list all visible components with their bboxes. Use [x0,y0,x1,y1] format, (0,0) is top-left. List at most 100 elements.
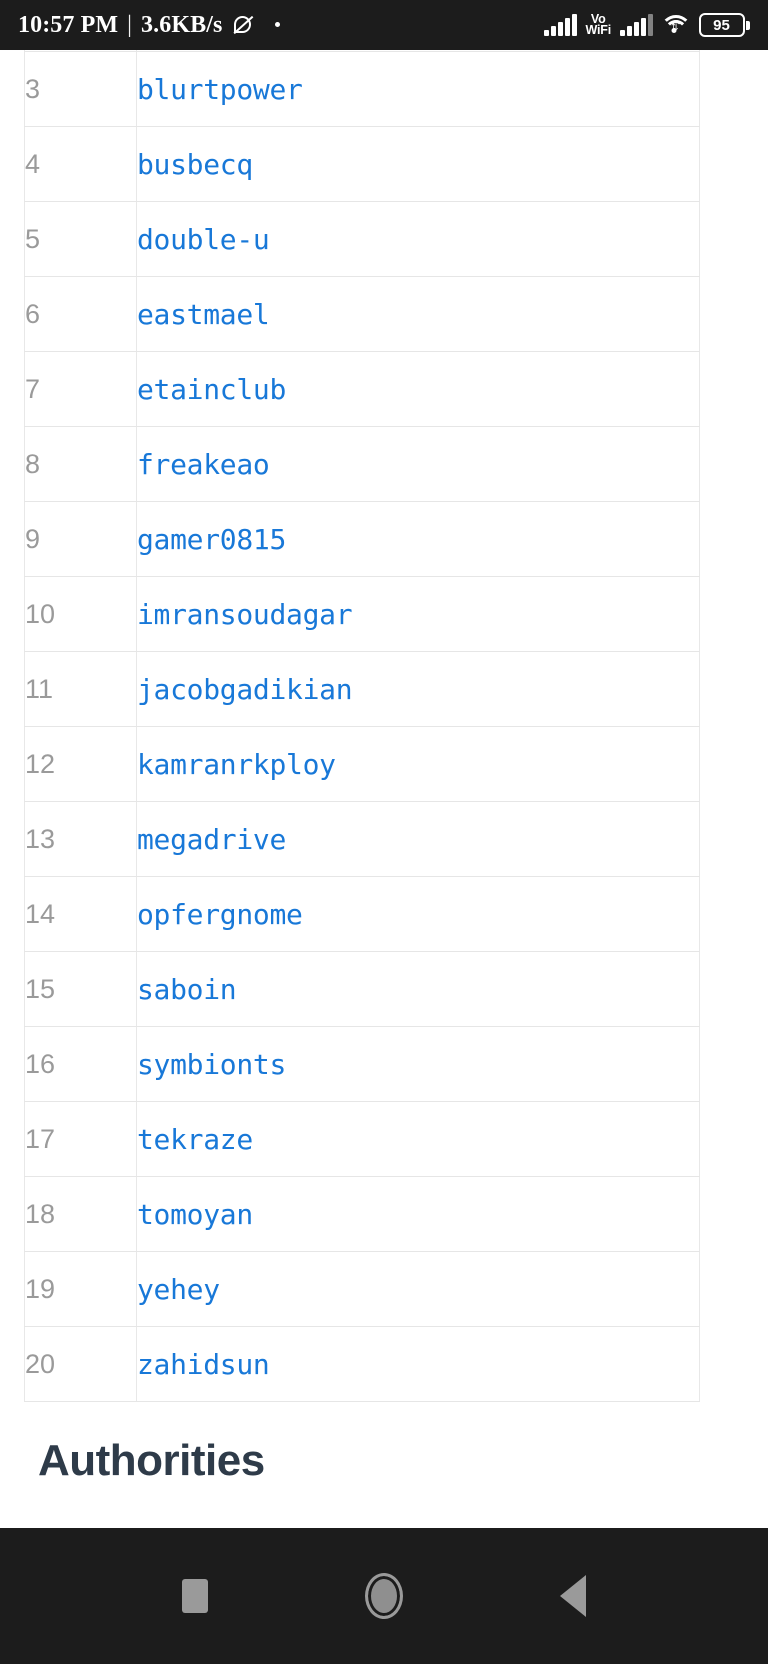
home-button[interactable] [339,1551,429,1641]
table-row[interactable]: 11 jacobgadikian [24,651,700,727]
table-row[interactable]: 13 megadrive [24,801,700,877]
volte-line-2: WiFi [585,23,612,37]
ranking-table-body: 3 blurtpower 4 busbecq 5 double-u 6 eastmael 7 et… [24,50,700,1402]
name-cell: yehey [136,1251,700,1327]
account-link[interactable]: megadrive [137,823,286,856]
account-link[interactable]: eastmael [137,298,270,331]
status-clock: 10:57 PM [18,11,119,38]
table-row[interactable]: 5 double-u [24,201,700,277]
name-cell: symbionts [136,1026,700,1102]
account-link[interactable]: symbionts [137,1048,286,1081]
account-link[interactable]: zahidsun [137,1348,270,1381]
account-link[interactable]: gamer0815 [137,523,286,556]
account-link[interactable]: busbecq [137,148,253,181]
name-cell: opfergnome [136,876,700,952]
status-bar-right: Vo WiFi ⇅ 95 [544,12,750,37]
rank-cell: 18 [24,1176,137,1252]
name-cell: gamer0815 [136,501,700,577]
rank-cell: 16 [24,1026,137,1102]
table-row[interactable]: 20 zahidsun [24,1326,700,1402]
battery-percent-text: 95 [698,13,745,37]
table-row[interactable]: 9 gamer0815 [24,501,700,577]
wifi-icon: ⇅ [659,14,692,36]
android-navigation-bar [0,1528,768,1664]
name-cell: eastmael [136,276,700,352]
rank-cell: 9 [24,501,137,577]
table-row[interactable]: 17 tekraze [24,1101,700,1177]
name-cell: etainclub [136,351,700,427]
volte-wifi-icon: Vo WiFi [585,12,612,37]
table-row[interactable]: 19 yehey [24,1251,700,1327]
battery-cap [746,20,750,30]
rank-cell: 14 [24,876,137,952]
table-row[interactable]: 12 kamranrkploy [24,726,700,802]
rank-cell: 19 [24,1251,137,1327]
network-speed-text: 3.6KB/s [141,11,223,38]
rank-cell: 11 [24,651,137,727]
table-row[interactable]: 18 tomoyan [24,1176,700,1252]
account-link[interactable]: blurtpower [137,73,303,106]
name-cell: kamranrkploy [136,726,700,802]
account-link[interactable]: opfergnome [137,898,303,931]
name-cell: freakeao [136,426,700,502]
battery-icon: 95 [698,13,750,37]
table-row[interactable]: 15 saboin [24,951,700,1027]
account-link[interactable]: tekraze [137,1123,253,1156]
account-link[interactable]: etainclub [137,373,286,406]
account-link[interactable]: double-u [137,223,270,256]
account-link[interactable]: tomoyan [137,1198,253,1231]
account-link[interactable]: saboin [137,973,237,1006]
rank-cell: 8 [24,426,137,502]
back-triangle-icon [560,1575,587,1617]
table-row[interactable]: 7 etainclub [24,351,700,427]
name-cell: blurtpower [136,51,700,127]
table-row[interactable]: 14 opfergnome [24,876,700,952]
home-circle-icon [364,1573,403,1619]
recents-square-icon [181,1579,208,1613]
cellular-signal-icon-2 [620,14,653,36]
rank-cell: 12 [24,726,137,802]
rank-cell: 20 [24,1326,137,1402]
scroll-container[interactable]: 3 blurtpower 4 busbecq 5 double-u 6 eastmael 7 et… [0,50,768,1486]
name-cell: saboin [136,951,700,1027]
rank-cell: 13 [24,801,137,877]
notification-dot-icon [275,21,281,27]
table-row[interactable]: 16 symbionts [24,1026,700,1102]
name-cell: tekraze [136,1101,700,1177]
cellular-signal-icon-1 [544,14,577,36]
table-row[interactable]: 8 freakeao [24,426,700,502]
status-bar-left: 10:57 PM | 3.6KB/s [18,11,281,39]
recents-button[interactable] [150,1551,240,1641]
name-cell: imransoudagar [136,576,700,652]
page-content[interactable]: 3 blurtpower 4 busbecq 5 double-u 6 eastmael 7 et… [0,50,768,1528]
status-bar: 10:57 PM | 3.6KB/s Vo WiFi ⇅ 95 [0,0,768,50]
table-row[interactable]: 10 imransoudagar [24,576,700,652]
table-row[interactable]: 6 eastmael [24,276,700,352]
rank-cell: 5 [24,201,137,277]
ranking-table: 3 blurtpower 4 busbecq 5 double-u 6 eastmael 7 et… [24,50,700,1402]
back-button[interactable] [528,1551,618,1641]
name-cell: megadrive [136,801,700,877]
account-link[interactable]: jacobgadikian [137,673,353,706]
status-separator: | [127,11,133,38]
name-cell: busbecq [136,126,700,202]
table-row[interactable]: 4 busbecq [24,126,700,202]
do-not-disturb-icon [232,14,254,36]
account-link[interactable]: kamranrkploy [137,748,336,781]
name-cell: double-u [136,201,700,277]
rank-cell: 4 [24,126,137,202]
rank-cell: 6 [24,276,137,352]
rank-cell: 3 [24,51,137,127]
rank-cell: 10 [24,576,137,652]
account-link[interactable]: imransoudagar [137,598,353,631]
name-cell: jacobgadikian [136,651,700,727]
rank-cell: 7 [24,351,137,427]
rank-cell: 17 [24,1101,137,1177]
account-link[interactable]: yehey [137,1273,220,1306]
section-heading-authorities: Authorities [38,1436,265,1485]
table-row[interactable]: 3 blurtpower [24,51,700,127]
rank-cell: 15 [24,951,137,1027]
name-cell: zahidsun [136,1326,700,1402]
account-link[interactable]: freakeao [137,448,270,481]
name-cell: tomoyan [136,1176,700,1252]
